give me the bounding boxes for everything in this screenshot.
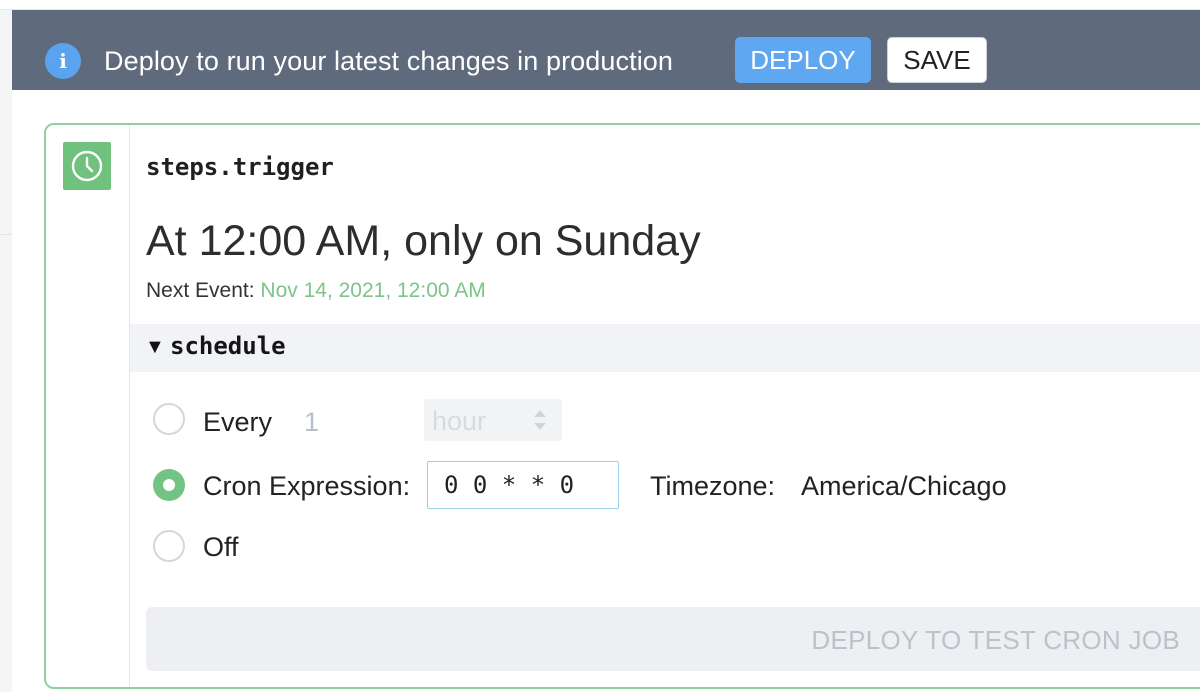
save-button[interactable]: SAVE xyxy=(887,37,987,83)
divider xyxy=(0,234,12,235)
every-value[interactable]: 1 xyxy=(304,407,319,438)
step-name[interactable]: steps.trigger xyxy=(146,153,334,181)
step-gutter xyxy=(46,125,130,687)
off-radio[interactable] xyxy=(153,530,185,562)
every-label: Every xyxy=(203,407,273,437)
every-unit-select[interactable]: hour xyxy=(424,399,562,441)
off-label: Off xyxy=(203,532,239,562)
trigger-step-card: steps.trigger At 12:00 AM, only on Sunda… xyxy=(44,123,1200,689)
deploy-to-test-button[interactable]: DEPLOY TO TEST CRON JOB xyxy=(146,607,1200,671)
cron-expression-input[interactable]: 0 0 * * 0 xyxy=(427,461,619,509)
unit-select-value: hour xyxy=(432,406,487,436)
deploy-button[interactable]: DEPLOY xyxy=(735,37,871,83)
every-radio[interactable] xyxy=(153,403,185,435)
sort-arrows-icon xyxy=(534,410,546,430)
page-left-edge xyxy=(0,0,12,692)
timezone-value[interactable]: America/Chicago xyxy=(801,471,1007,502)
schedule-section-header[interactable]: ▼ schedule xyxy=(130,324,1200,372)
test-button-label: DEPLOY TO TEST CRON JOB xyxy=(811,625,1180,655)
cron-label: Cron Expression: xyxy=(203,471,411,501)
cron-radio[interactable] xyxy=(153,469,185,501)
caret-down-icon: ▼ xyxy=(145,336,165,358)
timezone-label: Timezone: xyxy=(650,471,776,501)
info-icon: i xyxy=(45,43,81,79)
section-title: schedule xyxy=(170,332,286,360)
banner-message: Deploy to run your latest changes in pro… xyxy=(104,46,674,76)
trigger-icon-badge[interactable] xyxy=(63,142,111,190)
clock-icon xyxy=(71,150,103,182)
schedule-summary: At 12:00 AM, only on Sunday xyxy=(146,217,701,265)
next-event-value: Nov 14, 2021, 12:00 AM xyxy=(260,279,486,302)
deploy-banner: i Deploy to run your latest changes in p… xyxy=(12,10,1200,90)
next-event-label: Next Event: xyxy=(146,279,255,302)
next-event: Next Event: Nov 14, 2021, 12:00 AM xyxy=(146,279,486,303)
top-edge xyxy=(0,0,1200,10)
